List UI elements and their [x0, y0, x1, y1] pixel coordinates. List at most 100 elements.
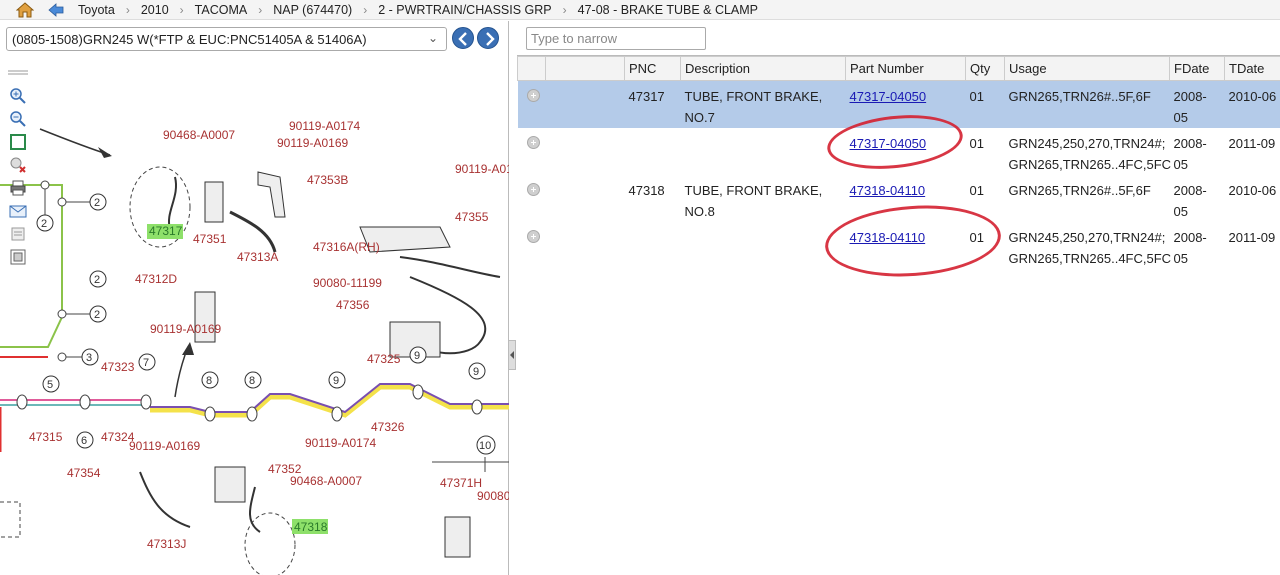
cell-usage: GRN245,250,270,TRN24#; GRN265,TRN265..4F… [1008, 230, 1172, 266]
column-header-usage[interactable]: Usage [1004, 56, 1170, 81]
breadcrumb-item-make[interactable]: Toyota [78, 3, 115, 17]
cell-tdate: 2011-09 [1228, 136, 1276, 151]
cell-tdate: 2010-06 [1224, 80, 1280, 128]
diagram-label[interactable]: 90080-11199 [313, 276, 382, 290]
callout: 9 [328, 371, 346, 389]
previous-button[interactable] [452, 27, 474, 49]
diagram-label[interactable]: 47326 [371, 420, 405, 434]
breadcrumb-item-model[interactable]: TACOMA [195, 3, 248, 17]
parts-illustration[interactable]: 90468-A0007 90119-A0174 90119-A0169 4735… [0, 57, 509, 575]
cell-description: TUBE, FRONT BRAKE, NO.8 [684, 183, 823, 219]
panel-splitter[interactable] [508, 340, 516, 370]
breadcrumb-separator: › [258, 2, 263, 17]
breadcrumb-item-group[interactable]: 2 - PWRTRAIN/CHASSIS GRP [378, 3, 551, 17]
svg-text:2: 2 [94, 309, 100, 321]
callout: 10 [476, 435, 496, 455]
diagram-label[interactable]: 47315 [29, 430, 63, 444]
fit-to-window-icon[interactable] [8, 132, 28, 152]
expand-icon[interactable] [526, 136, 540, 149]
svg-text:2: 2 [94, 197, 100, 209]
cell-qty: 01 [969, 136, 984, 151]
diagram-label[interactable]: 47371H [440, 476, 482, 490]
diagram-label-highlighted[interactable]: 47318 [294, 520, 328, 534]
filter-input[interactable] [526, 27, 706, 50]
svg-text:7: 7 [143, 357, 149, 369]
part-number-link[interactable]: 47317-04050 [850, 89, 927, 104]
diagram-label[interactable]: 47353B [307, 173, 348, 187]
arrow-right-icon [486, 32, 495, 46]
cell-tdate: 2011-09 [1228, 230, 1276, 245]
svg-text:3: 3 [86, 352, 92, 364]
diagram-label[interactable]: 47312D [135, 272, 177, 286]
diagram-label[interactable]: 90119-A0174 [289, 119, 361, 133]
diagram-label[interactable]: 90119-A0169 [150, 322, 222, 336]
diagram-label[interactable]: 47355 [455, 210, 489, 224]
back-arrow-icon[interactable] [48, 2, 64, 17]
cell-fdate: 2008-05 [1173, 183, 1207, 219]
svg-text:9: 9 [473, 366, 479, 378]
column-header-expand [517, 56, 546, 81]
diagram-label[interactable]: 90119-A016 [455, 162, 509, 176]
column-header-description[interactable]: Description [680, 56, 846, 81]
home-icon[interactable] [16, 1, 34, 18]
svg-text:2: 2 [94, 274, 100, 286]
breadcrumb-item-catalog[interactable]: NAP (674470) [273, 3, 352, 17]
diagram-label[interactable]: 47313A [237, 250, 278, 264]
svg-text:10: 10 [479, 440, 491, 452]
column-header-qty[interactable]: Qty [965, 56, 1005, 81]
callout: 7 [138, 353, 156, 371]
svg-text:9: 9 [333, 375, 339, 387]
diagram-label[interactable]: 90080- [477, 489, 509, 503]
cell-qty: 01 [965, 80, 1005, 128]
diagram-label[interactable]: 90468-A0007 [290, 474, 362, 488]
column-header-tdate[interactable]: TDate [1224, 56, 1280, 81]
diagram-label-highlighted[interactable]: 47317 [149, 224, 183, 238]
diagram-label[interactable]: 90119-A0174 [305, 436, 377, 450]
next-button[interactable] [477, 27, 499, 49]
email-icon[interactable] [8, 201, 28, 221]
callout: 2 [89, 193, 107, 211]
cell-usage: GRN245,250,270,TRN24#; GRN265,TRN265..4F… [1008, 136, 1172, 172]
diagram-label[interactable]: 47325 [367, 352, 401, 366]
print-icon[interactable] [8, 178, 28, 198]
expand-icon[interactable] [526, 230, 540, 243]
page-icon[interactable] [8, 224, 28, 244]
callout: 2 [89, 305, 107, 323]
breadcrumb-separator: › [179, 2, 184, 17]
diagram-label[interactable]: 90119-A0169 [277, 136, 349, 150]
callout: 8 [201, 371, 219, 389]
cell-usage: GRN265,TRN26#..5F,6F [1008, 183, 1151, 198]
breadcrumb: Toyota › 2010 › TACOMA › NAP (674470) › … [0, 0, 1280, 20]
column-header-pnc[interactable]: PNC [624, 56, 681, 81]
full-screen-icon[interactable] [8, 247, 28, 267]
zoom-in-icon[interactable] [8, 86, 28, 106]
breadcrumb-separator: › [363, 2, 368, 17]
table-header: PNC Description Part Number Qty Usage FD… [517, 56, 1280, 81]
diagram-label[interactable]: 47356 [336, 298, 370, 312]
diagram-label[interactable]: 47313J [147, 537, 186, 551]
expand-icon[interactable] [526, 89, 540, 102]
clear-highlight-icon[interactable] [8, 155, 28, 175]
breadcrumb-separator: › [562, 2, 567, 17]
breadcrumb-separator: › [125, 2, 130, 17]
cell-usage: GRN265,TRN26#..5F,6F [1004, 80, 1170, 128]
diagram-label[interactable]: 47354 [67, 466, 101, 480]
callout: 8 [244, 371, 262, 389]
expand-icon[interactable] [526, 183, 540, 196]
diagram-label[interactable]: 90119-A0169 [129, 439, 201, 453]
breadcrumb-item-section[interactable]: 47-08 - BRAKE TUBE & CLAMP [578, 3, 758, 17]
part-number-link[interactable]: 47318-04110 [850, 183, 926, 198]
breadcrumb-item-year[interactable]: 2010 [141, 3, 169, 17]
callout: 9 [409, 346, 427, 364]
zoom-out-icon[interactable] [8, 109, 28, 129]
variant-select[interactable]: (0805-1508)GRN245 W(*FTP & EUC:PNC51405A… [6, 27, 447, 51]
callout: 5 [42, 375, 60, 393]
svg-text:8: 8 [206, 375, 212, 387]
diagram-label[interactable]: 47351 [193, 232, 227, 246]
column-header-fdate[interactable]: FDate [1169, 56, 1225, 81]
diagram-label[interactable]: 47316A(RH) [313, 240, 380, 254]
diagram-label[interactable]: 90468-A0007 [163, 128, 235, 142]
column-header-part-number[interactable]: Part Number [845, 56, 966, 81]
chevron-down-icon: ⌄ [427, 31, 438, 45]
diagram-label[interactable]: 47323 [101, 360, 135, 374]
